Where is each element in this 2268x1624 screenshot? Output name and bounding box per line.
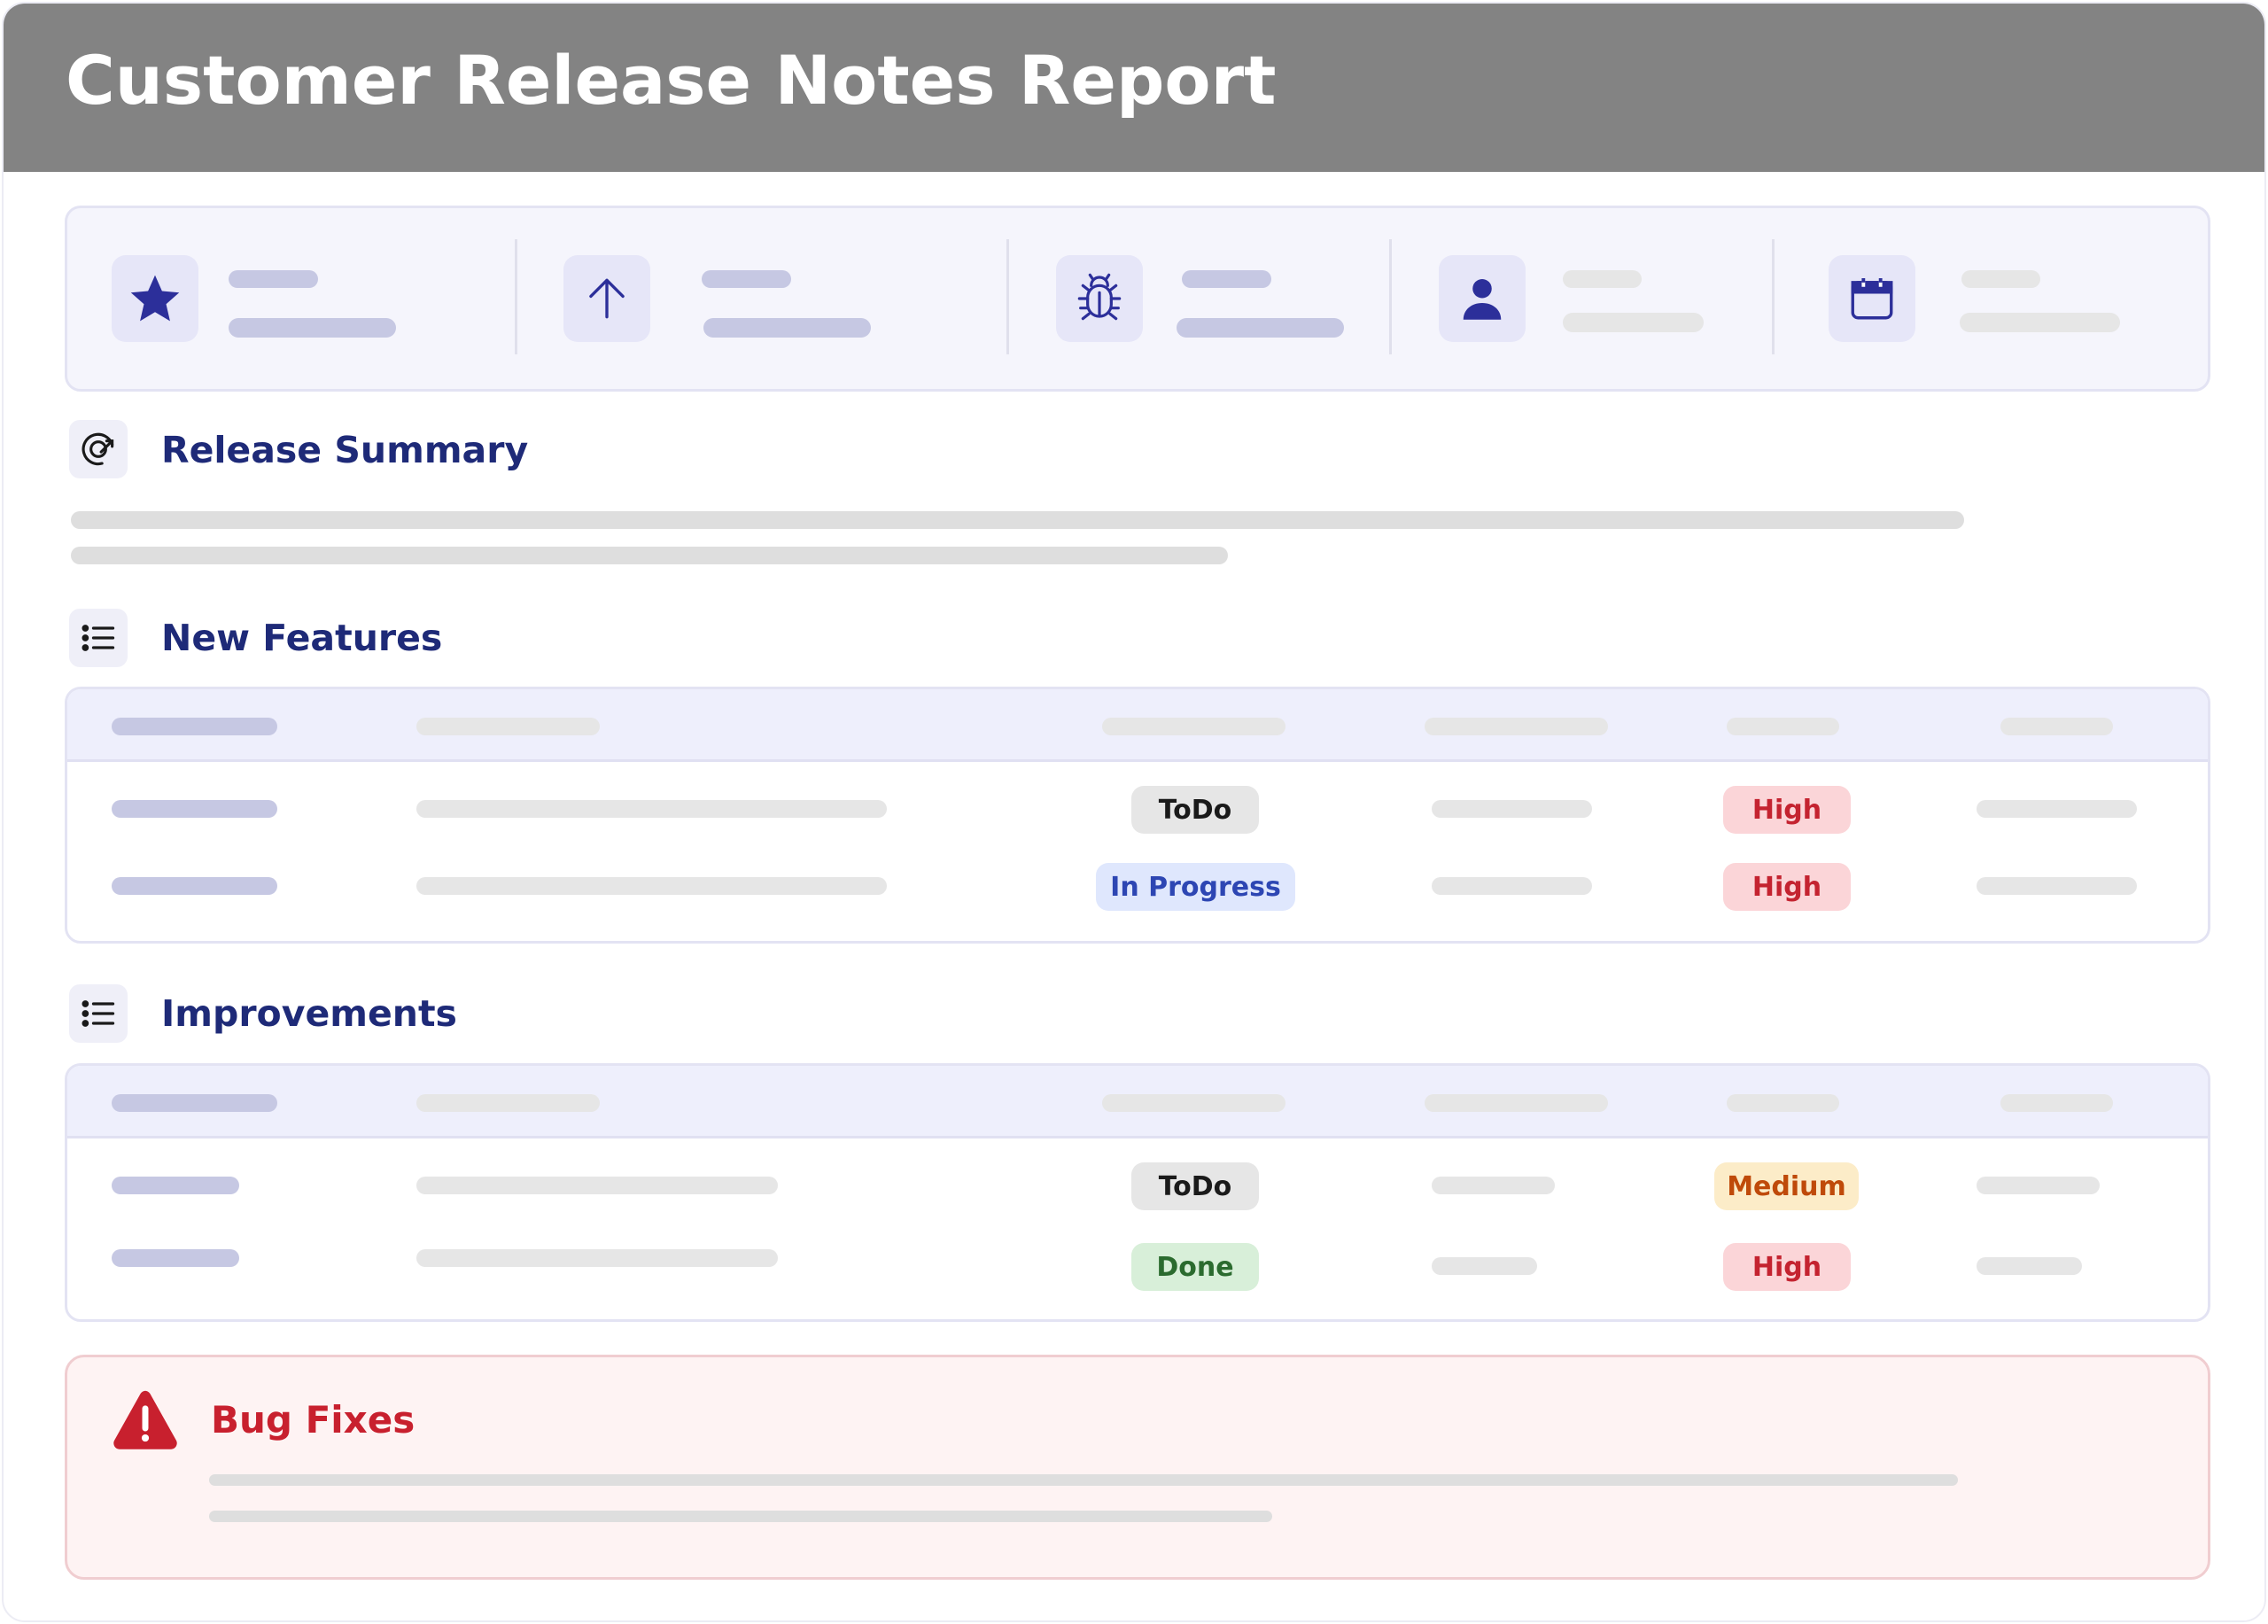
bug-fixes-panel: Bug Fixes [65,1355,2210,1580]
priority-badge: High [1723,863,1851,911]
cell-placeholder-id [112,1249,239,1267]
stat-divider [1389,239,1392,354]
stat-placeholder-value [1960,313,2120,332]
star-icon [112,255,198,342]
table-header [67,689,2208,762]
header-cell-placeholder [2000,718,2113,735]
report-header: Customer Release Notes Report [4,4,2264,172]
stat-divider [1006,239,1009,354]
cell-placeholder [1432,1177,1555,1194]
calendar-icon [1829,255,1915,342]
new-features-table: ToDo High In Progress High [65,687,2210,944]
summary-text-line [71,511,1964,529]
status-badge: ToDo [1131,786,1259,834]
section-title-improvements: Improvements [161,992,457,1035]
header-cell-placeholder [416,718,600,735]
cell-placeholder [1977,1257,2082,1275]
stat-placeholder-label [1961,270,2040,288]
section-title-new-features: New Features [161,617,443,659]
header-cell-placeholder [1727,1094,1839,1112]
priority-badge: High [1723,786,1851,834]
header-cell-placeholder [416,1094,600,1112]
priority-badge: High [1723,1243,1851,1291]
header-cell-placeholder [1425,718,1608,735]
arrow-up-icon [563,255,650,342]
cell-placeholder-id [112,800,277,818]
cell-placeholder [1977,877,2137,895]
user-icon [1439,255,1526,342]
header-cell-placeholder [1102,1094,1285,1112]
bug-fixes-text-line [209,1474,1958,1486]
cell-placeholder-id [112,877,277,895]
cell-placeholder-title [416,800,887,818]
warning-icon [112,1387,179,1451]
section-title-bug-fixes: Bug Fixes [211,1398,416,1441]
stat-divider [515,239,517,354]
page-title: Customer Release Notes Report [66,41,1277,120]
header-cell-placeholder [1102,718,1285,735]
list-icon [69,984,128,1043]
status-badge: ToDo [1131,1162,1259,1210]
stat-placeholder-label [229,270,318,288]
list-icon [69,609,128,667]
stat-placeholder-value [1177,318,1344,338]
cell-placeholder-title [416,1249,778,1267]
header-cell-placeholder [112,718,277,735]
cell-placeholder-title [416,1177,778,1194]
stat-placeholder-value [703,318,871,338]
header-cell-placeholder [2000,1094,2113,1112]
stats-card [65,206,2210,392]
improvements-table: ToDo Medium Done High [65,1063,2210,1322]
cell-placeholder-id [112,1177,239,1194]
status-badge: Done [1131,1243,1259,1291]
stat-placeholder-value [1563,313,1704,332]
stat-placeholder-value [229,318,396,338]
header-cell-placeholder [1425,1094,1608,1112]
bug-icon [1056,255,1143,342]
release-icon [69,420,128,478]
report-frame: Customer Release Notes Report Release Su… [2,2,2266,1622]
table-header [67,1066,2208,1138]
section-title-release-summary: Release Summary [161,429,529,471]
cell-placeholder [1432,877,1592,895]
cell-placeholder [1432,1257,1537,1275]
cell-placeholder [1977,1177,2100,1194]
cell-placeholder-title [416,877,887,895]
stat-placeholder-label [1563,270,1642,288]
stat-placeholder-label [702,270,791,288]
cell-placeholder [1432,800,1592,818]
stat-placeholder-label [1182,270,1271,288]
stat-divider [1772,239,1775,354]
bug-fixes-text-line [209,1511,1272,1522]
summary-text-line [71,547,1228,564]
priority-badge: Medium [1714,1162,1859,1210]
header-cell-placeholder [112,1094,277,1112]
status-badge: In Progress [1096,863,1295,911]
cell-placeholder [1977,800,2137,818]
header-cell-placeholder [1727,718,1839,735]
